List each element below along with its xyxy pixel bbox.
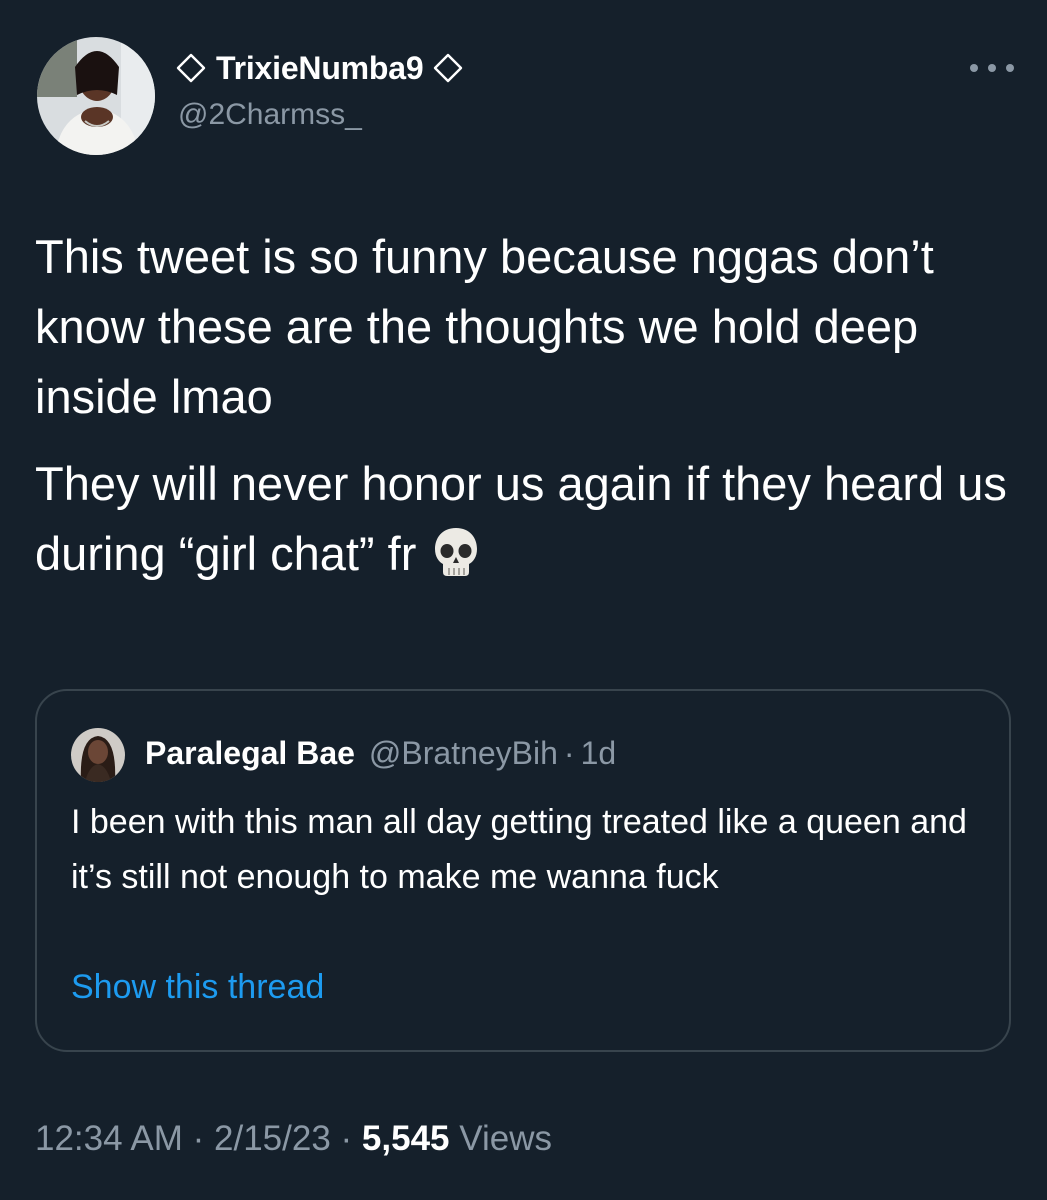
author-display-name[interactable]: TrixieNumba9	[216, 50, 424, 87]
quoted-tweet-header: Paralegal Bae @BratneyBih · 1d	[145, 731, 616, 775]
more-dot	[988, 64, 996, 72]
quoted-display-name[interactable]: Paralegal Bae	[145, 735, 355, 772]
diamond-outline-icon	[433, 53, 463, 83]
more-dot	[1006, 64, 1014, 72]
quoted-tweet-card[interactable]: Paralegal Bae @BratneyBih · 1d I been wi…	[35, 689, 1011, 1052]
quoted-timestamp[interactable]: 1d	[581, 735, 617, 772]
more-dot	[970, 64, 978, 72]
more-options-icon[interactable]	[970, 58, 1014, 78]
meta-separator: ·	[340, 1119, 353, 1158]
views-count: 5,545	[361, 1119, 450, 1158]
tweet-paragraph-2-text: They will never honor us again if they h…	[35, 457, 1007, 580]
quoted-handle[interactable]: @BratneyBih	[369, 735, 558, 772]
tweet-time[interactable]: 12:34 AM	[35, 1119, 183, 1158]
author-avatar[interactable]	[37, 37, 155, 155]
author-handle[interactable]: @2Charmss_	[178, 98, 362, 132]
tweet-paragraph-1: This tweet is so funny because nggas don…	[35, 230, 934, 423]
diamond-outline-icon	[176, 53, 206, 83]
author-name-row[interactable]: TrixieNumba9	[176, 48, 463, 88]
skull-emoji-icon	[432, 526, 480, 597]
tweet-paragraph-2: They will never honor us again if they h…	[35, 449, 1025, 597]
tweet-date[interactable]: 2/15/23	[214, 1119, 331, 1158]
tweet-text: This tweet is so funny because nggas don…	[35, 222, 1025, 597]
quoted-tweet-text: I been with this man all day getting tre…	[71, 803, 967, 896]
quoted-author-avatar[interactable]	[71, 728, 125, 782]
tweet-meta: 12:34 AM · 2/15/23 · 5,545 Views	[35, 1119, 552, 1159]
quoted-separator: ·	[563, 734, 575, 771]
show-thread-link[interactable]: Show this thread	[71, 968, 324, 1007]
views-label: Views	[459, 1119, 552, 1158]
meta-separator: ·	[192, 1119, 205, 1158]
